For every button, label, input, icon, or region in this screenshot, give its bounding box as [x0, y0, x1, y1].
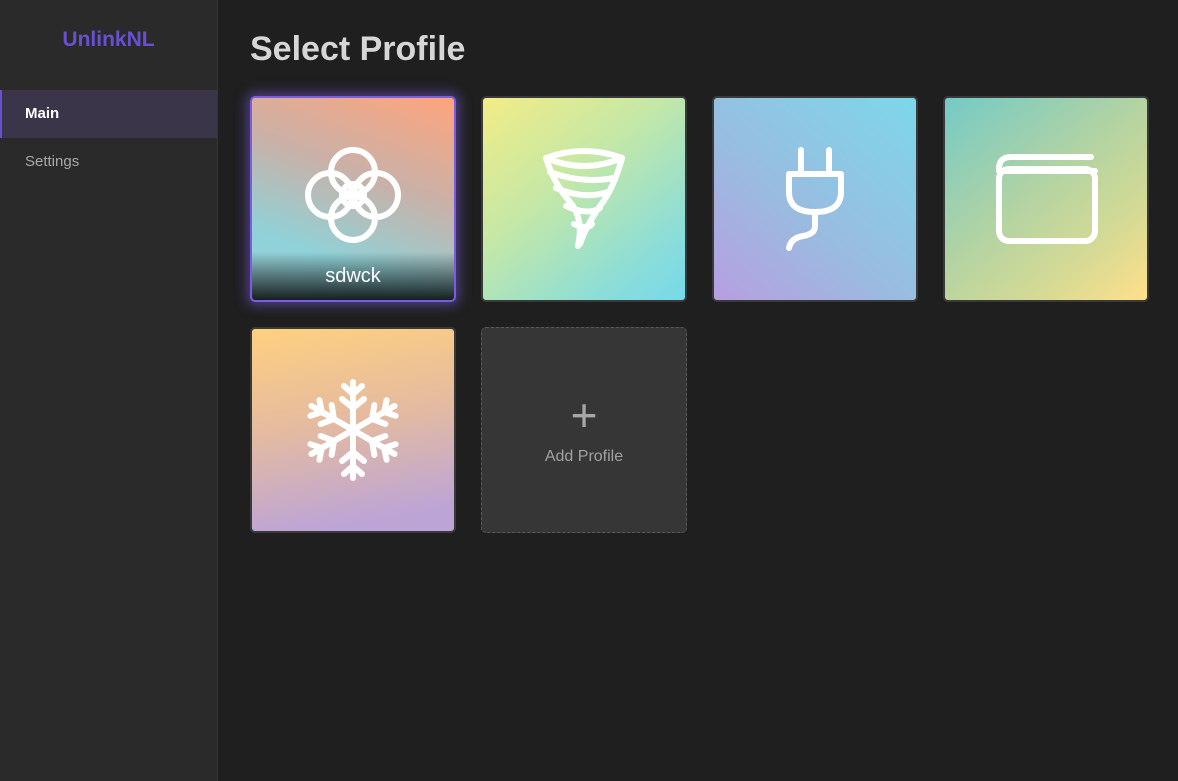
sidebar-item-main[interactable]: Main [0, 90, 217, 138]
plus-icon: + [570, 389, 598, 441]
app-window: UnlinkNL Main Settings Select Profile sd… [0, 0, 1178, 781]
profile-card-5[interactable] [250, 327, 456, 533]
profile-card-2[interactable] [481, 96, 687, 302]
page-title: Select Profile [250, 30, 466, 68]
sidebar: UnlinkNL Main Settings [0, 0, 218, 781]
flower-icon [305, 147, 401, 243]
sidebar-nav: Main Settings [0, 90, 217, 186]
plug-icon [786, 147, 844, 251]
tornado-icon [543, 148, 625, 249]
browser-window-icon [996, 154, 1098, 244]
sidebar-item-settings[interactable]: Settings [0, 138, 217, 186]
snowflake-icon [303, 379, 403, 482]
add-profile-button[interactable]: + Add Profile [481, 327, 687, 533]
app-logo-text: UnlinkNL [62, 28, 155, 51]
main-content: Select Profile sdwck + Add Profile [218, 0, 1178, 781]
profile-card-4[interactable] [943, 96, 1149, 302]
add-profile-label: Add Profile [544, 448, 624, 465]
profile-card-sdwck[interactable]: sdwck [250, 96, 456, 302]
profile-name: sdwck [252, 252, 454, 300]
profile-card-3[interactable] [712, 96, 918, 302]
